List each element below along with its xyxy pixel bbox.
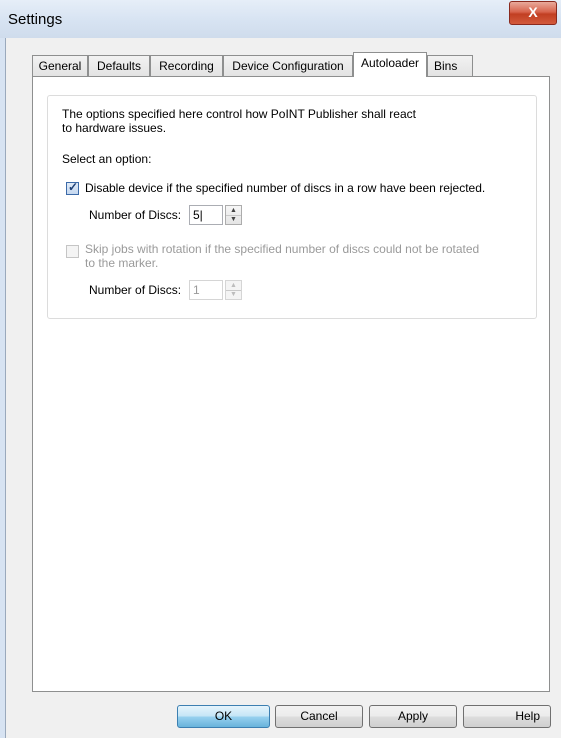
help-button[interactable]: Help [463,705,551,728]
tab-device-configuration[interactable]: Device Configuration [223,55,353,76]
spin-down-icon[interactable]: ▼ [226,290,241,299]
disable-device-checkbox[interactable] [66,180,79,195]
skip-jobs-number-input[interactable]: 1 [189,280,223,300]
disable-device-number-spinner[interactable]: ▲ ▼ [225,205,242,225]
title-bar[interactable]: Settings X [0,0,561,38]
intro-text-line2: to hardware issues. [62,121,167,135]
window-frame-left [0,38,6,738]
ok-button[interactable]: OK [177,705,270,728]
tab-autoloader[interactable]: Autoloader [353,52,427,77]
disable-device-label[interactable]: Disable device if the specified number o… [85,181,485,195]
skip-jobs-number-label: Number of Discs: [89,283,182,297]
tab-bins[interactable]: Bins [427,55,473,76]
intro-text-line1: The options specified here control how P… [62,107,416,121]
spin-down-icon[interactable]: ▼ [226,215,241,224]
disable-device-number-label: Number of Discs: [89,208,182,222]
skip-jobs-checkbox[interactable] [66,245,79,258]
options-group: The options specified here control how P… [47,95,537,319]
tab-defaults[interactable]: Defaults [88,55,150,76]
autoloader-panel: The options specified here control how P… [32,76,550,692]
skip-jobs-label-line2: to the marker. [85,256,159,270]
tab-recording[interactable]: Recording [150,55,223,76]
close-button[interactable]: X [509,1,557,25]
cancel-button[interactable]: Cancel [275,705,363,728]
window-title: Settings [8,11,63,28]
disable-device-number-input[interactable]: 5| [189,205,223,225]
close-icon: X [528,4,538,20]
settings-window: Settings X General Defaults Recording De… [0,0,561,738]
apply-button[interactable]: Apply [369,705,457,728]
tab-general[interactable]: General [32,55,88,76]
select-option-label: Select an option: [62,152,152,166]
skip-jobs-label-line1: Skip jobs with rotation if the specified… [85,242,480,256]
skip-jobs-number-spinner[interactable]: ▲ ▼ [225,280,242,300]
